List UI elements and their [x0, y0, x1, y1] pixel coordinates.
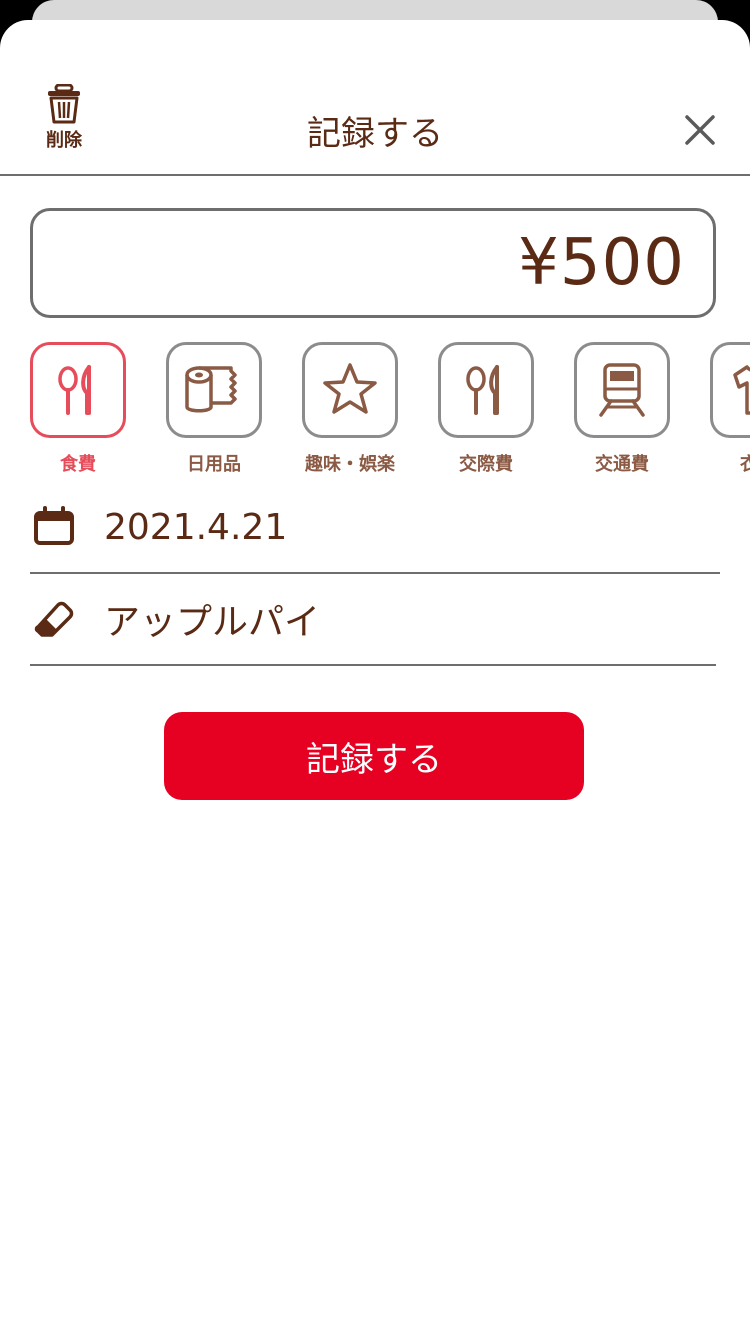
train-icon [599, 363, 645, 417]
submit-button[interactable]: 記録する [164, 712, 584, 800]
category-label: 交際費 [459, 454, 513, 475]
close-icon[interactable] [680, 110, 720, 150]
star-icon [323, 363, 377, 414]
category-label: 交通費 [595, 454, 649, 475]
category-food[interactable]: 食費 [30, 342, 126, 476]
category-label: 食費 [60, 454, 96, 475]
page-title: 記録する [307, 114, 443, 154]
date-field[interactable]: 2021.4.21 [30, 482, 720, 574]
date-value: 2021.4.21 [104, 506, 288, 548]
category-tile [30, 342, 126, 438]
toilet-paper-icon [185, 366, 237, 413]
calendar-icon [34, 506, 74, 545]
modal-header: 削除 記録する [0, 20, 750, 176]
category-tile [710, 342, 750, 438]
category-transport[interactable]: 交通費 [574, 342, 670, 476]
memo-field[interactable]: アップルパイ [30, 574, 716, 666]
amount-input[interactable]: ¥500 [30, 208, 716, 318]
category-tile [166, 342, 262, 438]
amount-value: ¥500 [518, 226, 685, 300]
category-label: 趣味・娯楽 [305, 454, 395, 475]
category-label: 衣服 [740, 454, 750, 475]
category-label: 日用品 [187, 454, 241, 475]
eraser-icon [34, 601, 74, 637]
category-tile [302, 342, 398, 438]
category-list: 食費 日用品 趣味・娯楽 交際費 交通費 衣 [30, 342, 750, 475]
shirt-icon [733, 365, 750, 415]
category-daily-goods[interactable]: 日用品 [166, 342, 262, 476]
category-tile [574, 342, 670, 438]
category-hobby[interactable]: 趣味・娯楽 [302, 342, 398, 476]
category-tile [438, 342, 534, 438]
record-modal: 削除 記録する ¥500 食費 日用品 趣味・娯楽 交際費 交通費 衣 2021… [0, 20, 750, 1334]
category-clothing[interactable]: 衣服 [710, 342, 750, 476]
utensils-icon [58, 365, 91, 415]
category-social[interactable]: 交際費 [438, 342, 534, 476]
utensils-icon [466, 365, 499, 415]
memo-value: アップルパイ [104, 602, 321, 643]
